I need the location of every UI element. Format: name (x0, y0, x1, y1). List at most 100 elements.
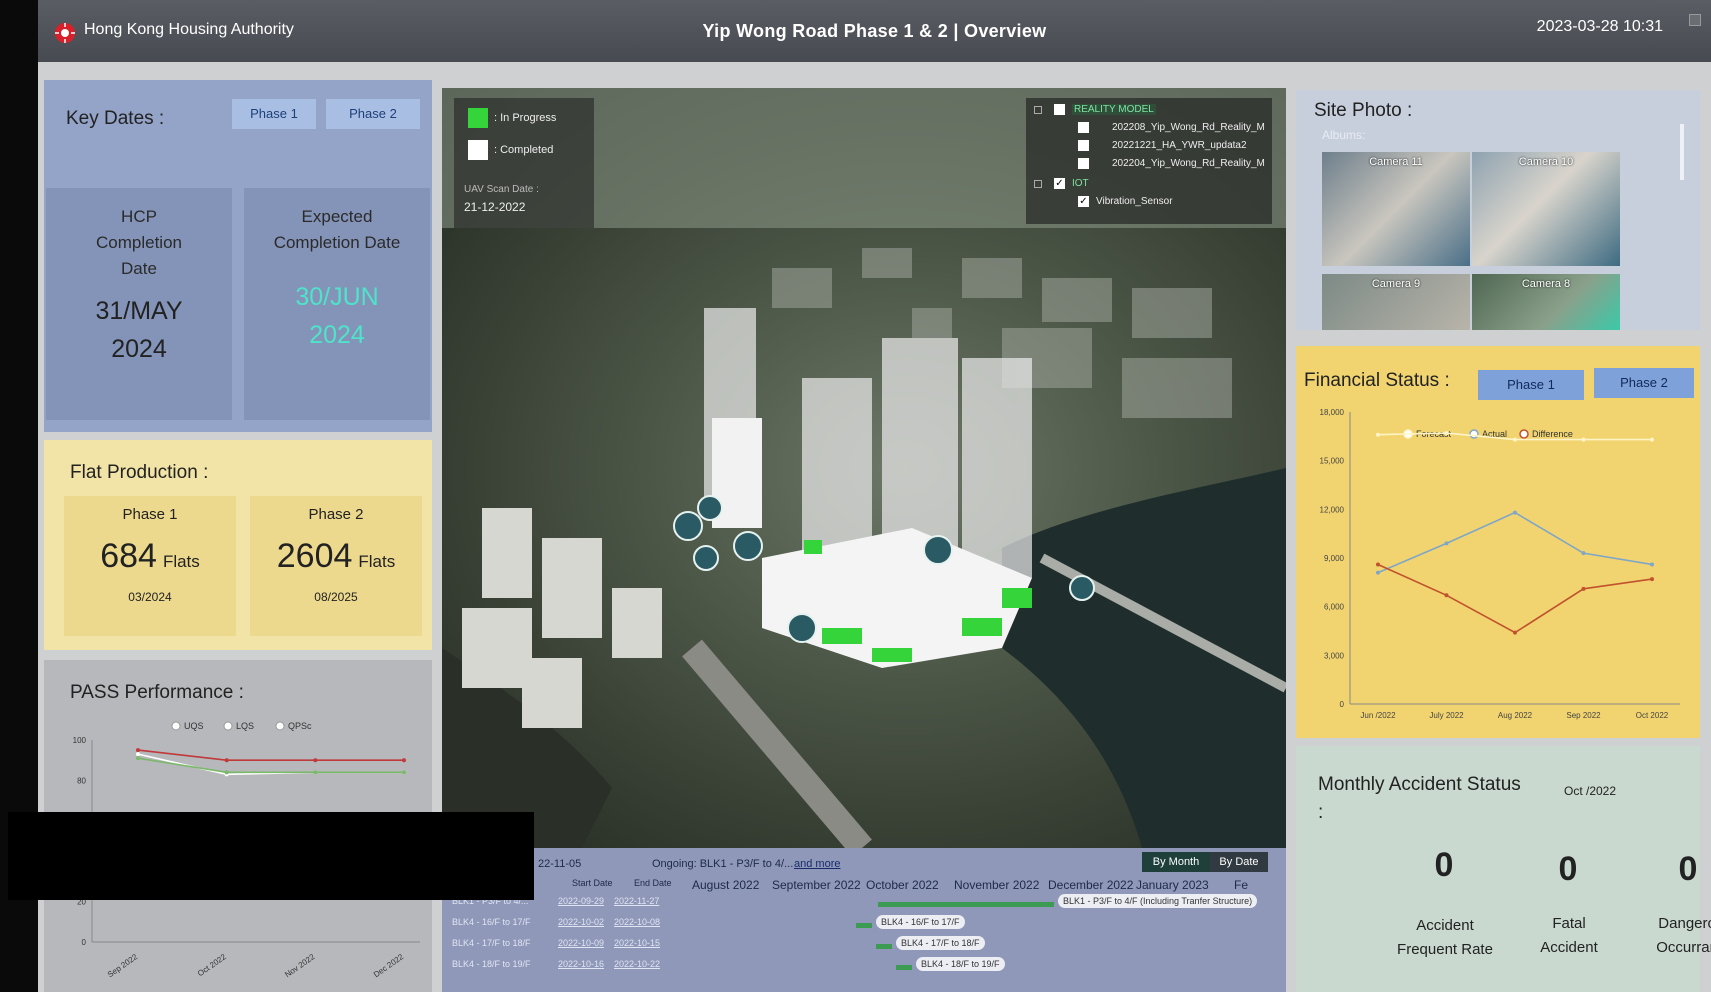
pass-x-tick-label: Oct 2022 (196, 952, 228, 978)
gantt-bar[interactable] (876, 944, 892, 949)
flat-phase-1-unit: Flats (162, 552, 200, 571)
gantt-end-date[interactable]: 2022-10-15 (614, 938, 670, 948)
layer-checkbox-2[interactable] (1078, 140, 1089, 151)
pass-data-point (402, 770, 406, 775)
gantt-month-label: January 2023 (1136, 878, 1209, 892)
fin-y-tick-label: 15,000 (1320, 457, 1345, 466)
key-dates-title: Key Dates : (66, 108, 165, 129)
gantt-month-label: August 2022 (692, 878, 760, 892)
flat-phase-1-date: 03/2024 (128, 590, 172, 604)
accident-title: Monthly Accident Status (1318, 774, 1521, 795)
accident-frequent-rate-value: 0 (1434, 846, 1454, 884)
flat-phase-2-count: 2604 (276, 537, 353, 575)
pass-legend-label: QPSc (288, 721, 312, 731)
layer-item-2[interactable]: 20221221_HA_YWR_updata2 (1112, 140, 1247, 151)
pass-x-tick-label: Nov 2022 (283, 952, 317, 979)
fin-data-point (1444, 431, 1449, 436)
pass-data-point (224, 758, 229, 763)
vibration-sensor-label[interactable]: Vibration_Sensor (1096, 196, 1173, 207)
reality-model-checkbox[interactable] (1054, 104, 1065, 115)
fin-legend-marker (1519, 429, 1529, 439)
flat-phase-2-unit: Flats (358, 552, 396, 571)
pass-legend-label: UQS (184, 721, 204, 731)
expected-completion-card: Expected Completion Date 30/JUN 2024 (244, 188, 430, 420)
key-dates-tab-phase-2[interactable]: Phase 2 (326, 99, 420, 129)
gantt-start-date[interactable]: 2022-10-16 (558, 959, 614, 969)
expected-date-year: 2024 (309, 321, 365, 349)
accident-status-panel: Monthly Accident Status : Oct /2022 0 0 … (1296, 746, 1711, 992)
flat-phase-2-date: 08/2025 (314, 590, 358, 604)
fin-data-point (1650, 437, 1654, 442)
camera-8-photo[interactable]: Camera 8 (1472, 274, 1620, 330)
fatal-accident-value: 0 (1558, 850, 1578, 888)
gantt-start-date[interactable]: 2022-09-29 (558, 896, 614, 906)
fin-x-tick-label: Sep 2022 (1566, 711, 1601, 720)
dangerous-occurrance-label: Dangerous Occurrance (1656, 915, 1711, 956)
fin-x-tick-label: Jun /2022 (1360, 711, 1396, 720)
expected-date-day-month: 30/JUN (295, 283, 379, 311)
by-date-button[interactable]: By Date (1210, 852, 1268, 872)
vibration-sensor-checkbox[interactable]: ✓ (1078, 196, 1089, 207)
accident-frequent-rate-label: Accident Frequent Rate (1397, 917, 1493, 958)
pass-legend-marker (171, 721, 181, 731)
gantt-month-label: October 2022 (866, 878, 939, 892)
pass-x-tick-label: Sep 2022 (106, 952, 140, 979)
pass-legend-label: LQS (236, 721, 254, 731)
fin-data-point (1376, 562, 1380, 567)
gantt-task-name: BLK4 - 17/F to 18/F (452, 938, 531, 948)
gantt-bar[interactable] (856, 923, 872, 928)
gantt-end-date[interactable]: 2022-10-22 (614, 959, 670, 969)
camera-10-photo[interactable]: Camera 10 (1472, 152, 1620, 266)
fin-y-tick-label: 0 (1340, 700, 1345, 709)
redaction-box (8, 812, 534, 900)
dangerous-occurrance-value: 0 (1678, 850, 1698, 888)
expected-label-line-1: Expected (301, 207, 373, 226)
gantt-end-date[interactable]: 2022-10-08 (614, 917, 670, 927)
gantt-bar-label: BLK1 - P3/F to 4/F (Including Tranfer St… (1058, 894, 1258, 908)
key-dates-tab-phase-1[interactable]: Phase 1 (232, 99, 316, 129)
gantt-task-name: BLK4 - 18/F to 19/F (452, 959, 531, 969)
gantt-bar-label: BLK4 - 16/F to 17/F (876, 915, 965, 929)
site-3d-map[interactable]: : In Progress : Completed UAV Scan Date … (442, 88, 1286, 848)
layer-item-3[interactable]: 202204_Yip_Wong_Rd_Reality_M (1112, 158, 1265, 169)
fin-data-point (1513, 630, 1517, 635)
fin-data-point (1581, 551, 1586, 556)
gantt-bar[interactable] (896, 965, 912, 970)
pass-data-point (136, 752, 140, 757)
reality-model-collapse-icon[interactable] (1034, 106, 1042, 114)
by-month-button[interactable]: By Month (1142, 852, 1210, 872)
camera-9-label: Camera 9 (1371, 278, 1421, 290)
fatal-accident-label: Fatal Accident (1540, 915, 1598, 956)
gantt-bar-label: BLK4 - 18/F to 19/F (916, 957, 1005, 971)
site-photo-panel: Site Photo : Albums: Camera 11 Camera 10… (1296, 90, 1700, 330)
site-photo-scrollbar[interactable] (1680, 124, 1684, 180)
pass-data-point (313, 758, 318, 763)
fin-data-point (1650, 577, 1654, 582)
gantt-task-name: BLK4 - 16/F to 17/F (452, 917, 531, 927)
accident-month[interactable]: Oct /2022 (1564, 784, 1616, 798)
fin-data-point (1581, 586, 1586, 591)
iot-collapse-icon[interactable] (1034, 180, 1042, 188)
gantt-and-more-link[interactable]: and more (794, 858, 840, 870)
pass-data-point (224, 770, 229, 775)
camera-8-label: Camera 8 (1521, 278, 1571, 290)
gantt-end-date[interactable]: 2022-11-27 (614, 896, 670, 906)
layer-item-1[interactable]: 202208_Yip_Wong_Rd_Reality_M (1112, 122, 1265, 133)
gantt-start-date[interactable]: 2022-10-09 (558, 938, 614, 948)
camera-11-photo[interactable]: Camera 11 (1322, 152, 1470, 266)
layer-checkbox-1[interactable] (1078, 122, 1089, 133)
site-photo-title: Site Photo : (1314, 100, 1413, 121)
gantt-start-date[interactable]: 2022-10-02 (558, 917, 614, 927)
pass-data-point (136, 748, 140, 753)
fin-legend-marker (1469, 429, 1479, 439)
gantt-date: 22-11-05 (538, 858, 582, 870)
window-menu-icon[interactable] (1689, 14, 1701, 26)
camera-10-label: Camera 10 (1518, 156, 1574, 168)
fin-data-point (1444, 593, 1449, 598)
gantt-bar[interactable] (878, 902, 1054, 907)
iot-checkbox[interactable]: ✓ (1054, 178, 1065, 189)
layer-checkbox-3[interactable] (1078, 158, 1089, 169)
camera-9-photo[interactable]: Camera 9 (1322, 274, 1470, 330)
gantt-bar-label: BLK4 - 17/F to 18/F (896, 936, 985, 950)
in-progress-swatch (468, 108, 488, 128)
